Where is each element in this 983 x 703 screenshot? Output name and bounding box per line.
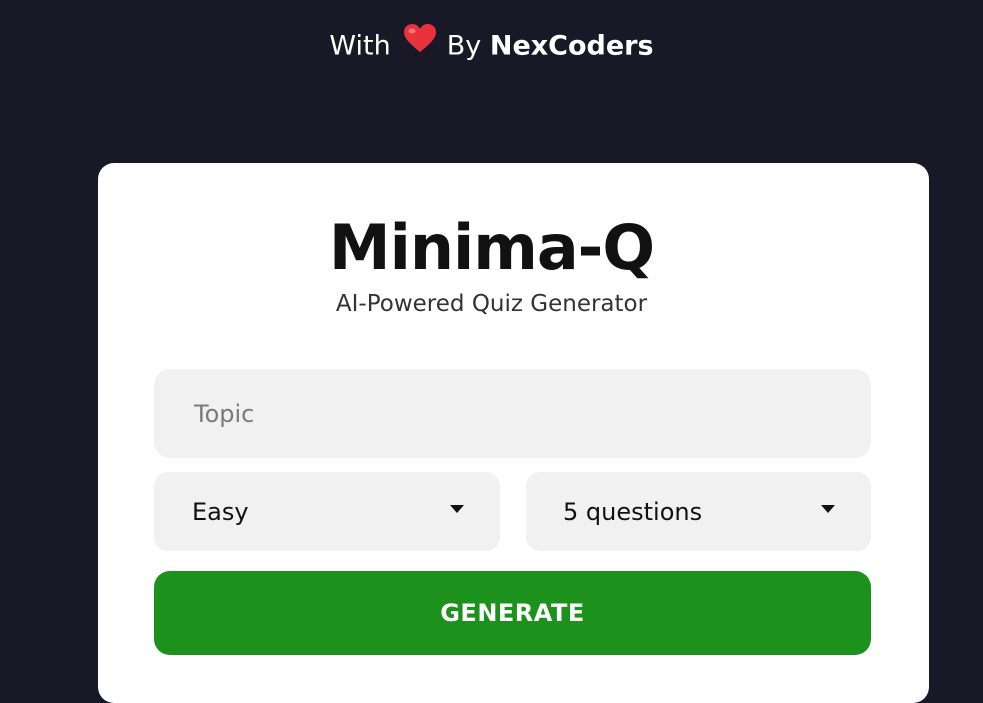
question-count-value: 5 questions (563, 497, 703, 526)
generate-button[interactable]: GENERATE (154, 571, 871, 655)
question-count-select[interactable]: 5 questions (526, 472, 871, 551)
page-subtitle: AI-Powered Quiz Generator (335, 291, 648, 317)
heart-icon (403, 23, 437, 65)
credit-middle: By (446, 30, 482, 62)
caret-down-icon (450, 504, 464, 513)
difficulty-select[interactable]: Easy (154, 472, 500, 551)
caret-down-icon (821, 504, 835, 513)
credit-line: With By NexCoders (0, 23, 983, 68)
topic-input[interactable] (154, 369, 871, 458)
page-title: Minima-Q (328, 211, 655, 284)
difficulty-value: Easy (192, 497, 249, 526)
credit-prefix: With (329, 30, 391, 62)
brand-name: NexCoders (489, 30, 654, 62)
